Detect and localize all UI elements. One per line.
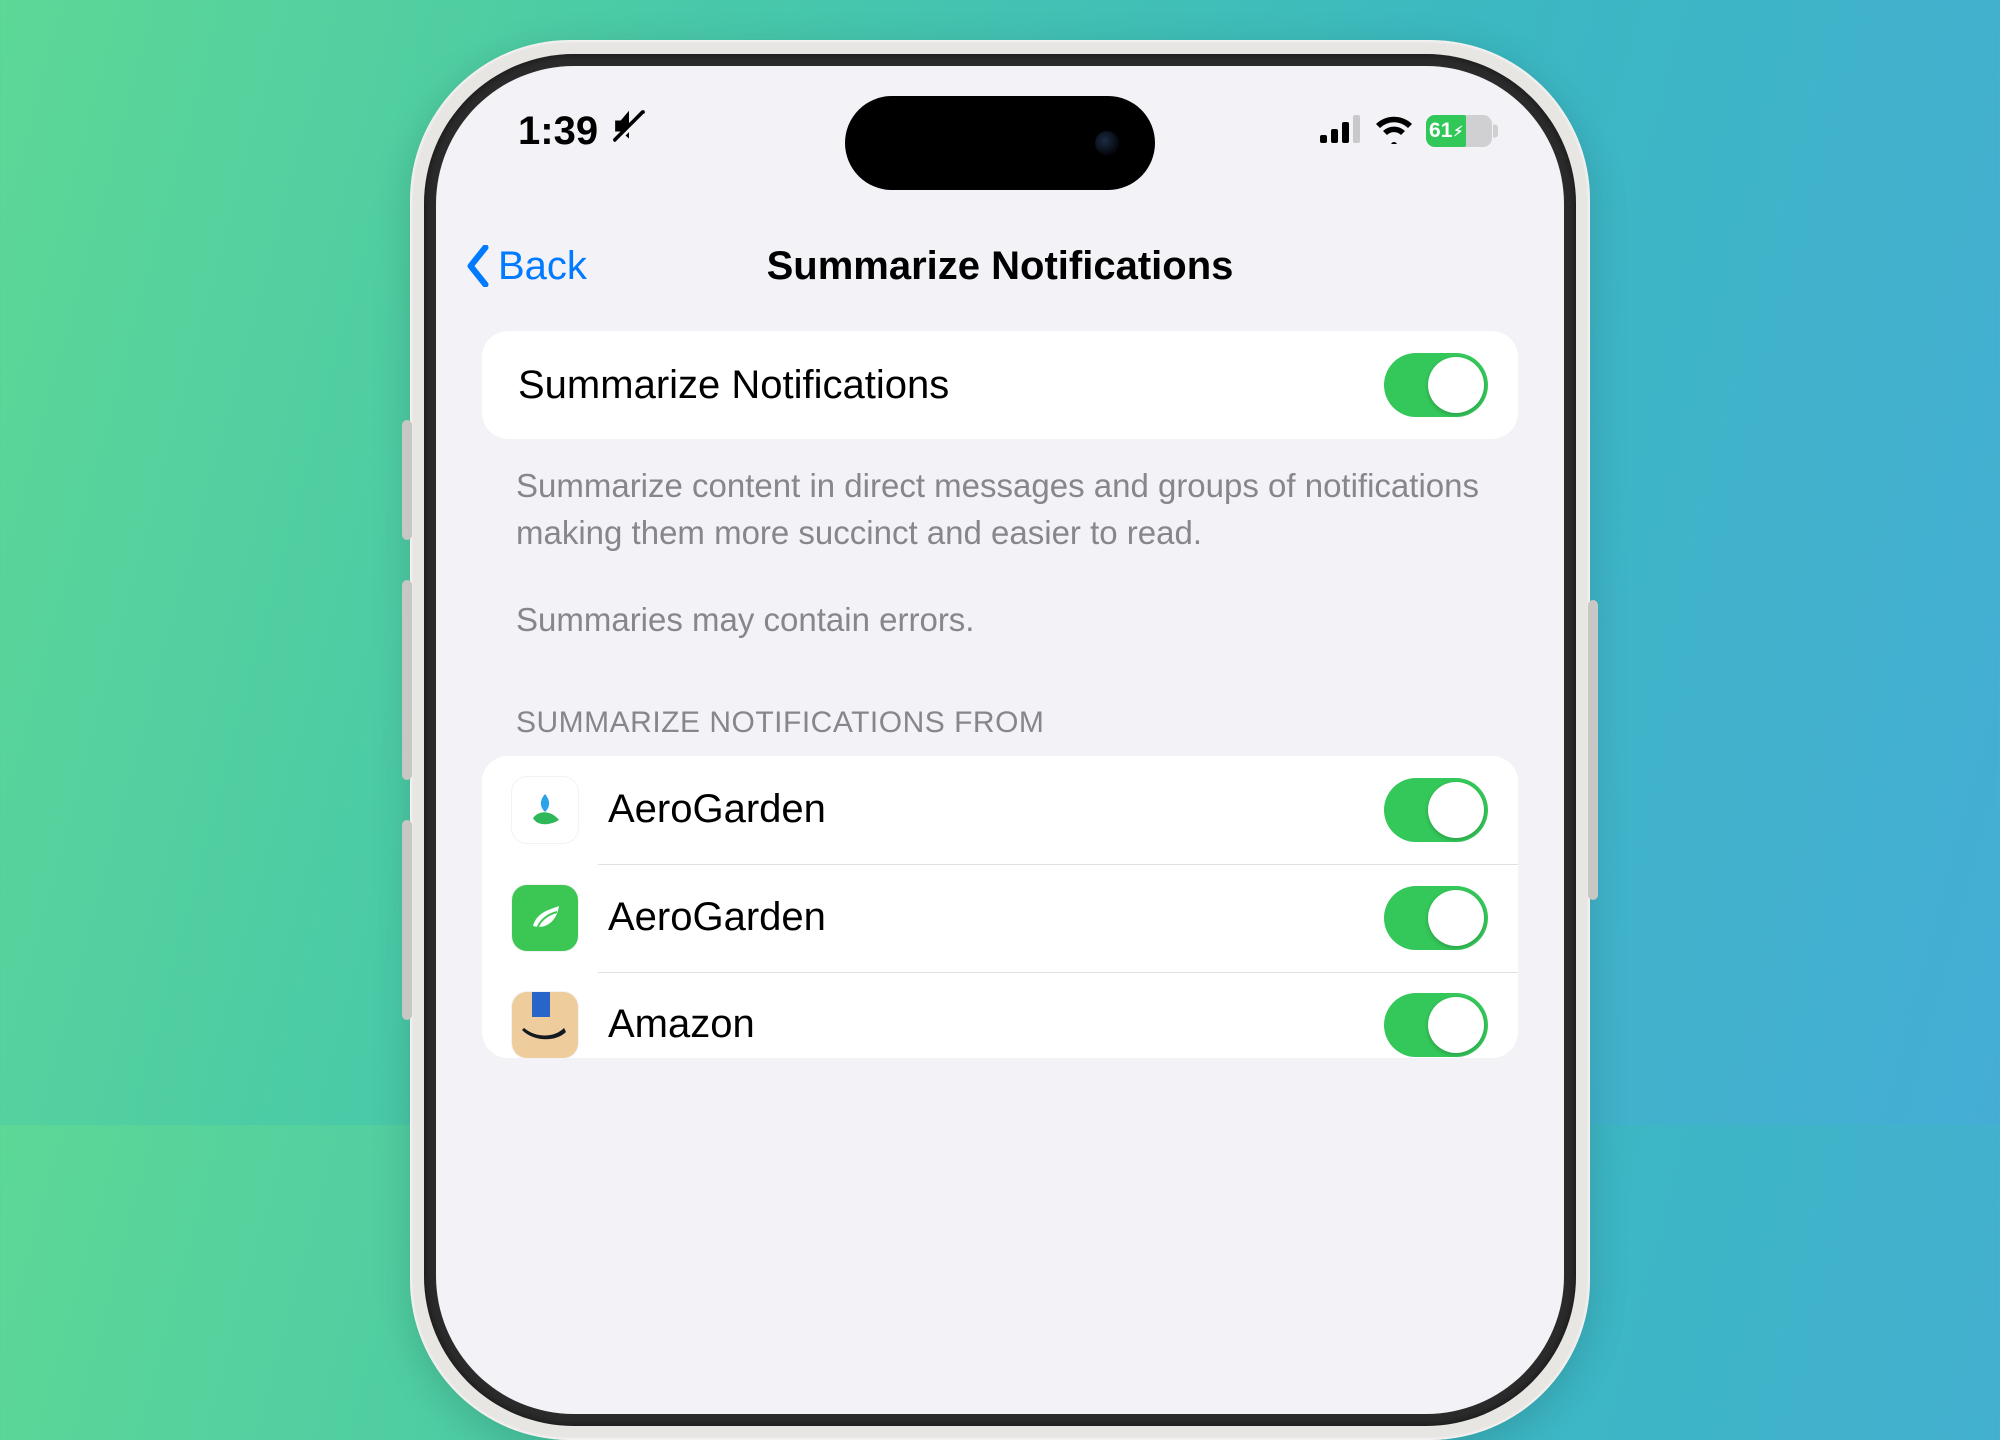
footer-paragraph-2: Summaries may contain errors. — [516, 597, 1484, 644]
summarize-toggle[interactable] — [1384, 353, 1488, 417]
back-button[interactable]: Back — [464, 244, 587, 289]
apps-section-header: SUMMARIZE NOTIFICATIONS FROM — [482, 644, 1518, 756]
apps-group: AeroGarden AeroGarden — [482, 756, 1518, 1058]
summarize-toggle-row[interactable]: Summarize Notifications — [482, 331, 1518, 439]
volume-down-button — [402, 820, 412, 1020]
battery-indicator: 61⚡︎ — [1426, 115, 1492, 147]
amazon-app-icon — [512, 992, 578, 1058]
aerogarden-app-icon — [512, 777, 578, 843]
phone-frame: 1:39 — [410, 40, 1590, 1440]
footer-paragraph-1: Summarize content in direct messages and… — [516, 463, 1484, 557]
aerogarden-app-icon — [512, 885, 578, 951]
volume-up-button — [402, 580, 412, 780]
summarize-toggle-label: Summarize Notifications — [512, 363, 1384, 408]
chevron-left-icon — [464, 245, 492, 287]
battery-level: 61 — [1429, 119, 1452, 143]
nav-bar: Back Summarize Notifications — [436, 221, 1564, 311]
app-row-amazon[interactable]: Amazon — [482, 972, 1518, 1058]
charging-icon: ⚡︎ — [1453, 123, 1463, 140]
app-name: AeroGarden — [608, 787, 1384, 832]
page-title: Summarize Notifications — [436, 244, 1564, 289]
content: Summarize Notifications Summarize conten… — [436, 331, 1564, 1414]
back-label: Back — [498, 244, 587, 289]
power-button — [1588, 600, 1598, 900]
app-toggle[interactable] — [1384, 886, 1488, 950]
app-row-aerogarden-1[interactable]: AeroGarden — [482, 756, 1518, 864]
app-row-aerogarden-2[interactable]: AeroGarden — [482, 864, 1518, 972]
wifi-icon — [1374, 114, 1414, 149]
silent-mode-icon — [612, 108, 646, 154]
cellular-signal-icon — [1320, 115, 1362, 148]
app-toggle[interactable] — [1384, 778, 1488, 842]
status-time: 1:39 — [518, 109, 598, 154]
app-name: Amazon — [608, 1002, 1384, 1047]
section-footer: Summarize content in direct messages and… — [482, 439, 1518, 644]
screen: 1:39 — [436, 66, 1564, 1414]
app-name: AeroGarden — [608, 895, 1384, 940]
app-toggle[interactable] — [1384, 993, 1488, 1057]
dynamic-island — [845, 96, 1155, 190]
side-button — [402, 420, 412, 540]
main-toggle-group: Summarize Notifications — [482, 331, 1518, 439]
